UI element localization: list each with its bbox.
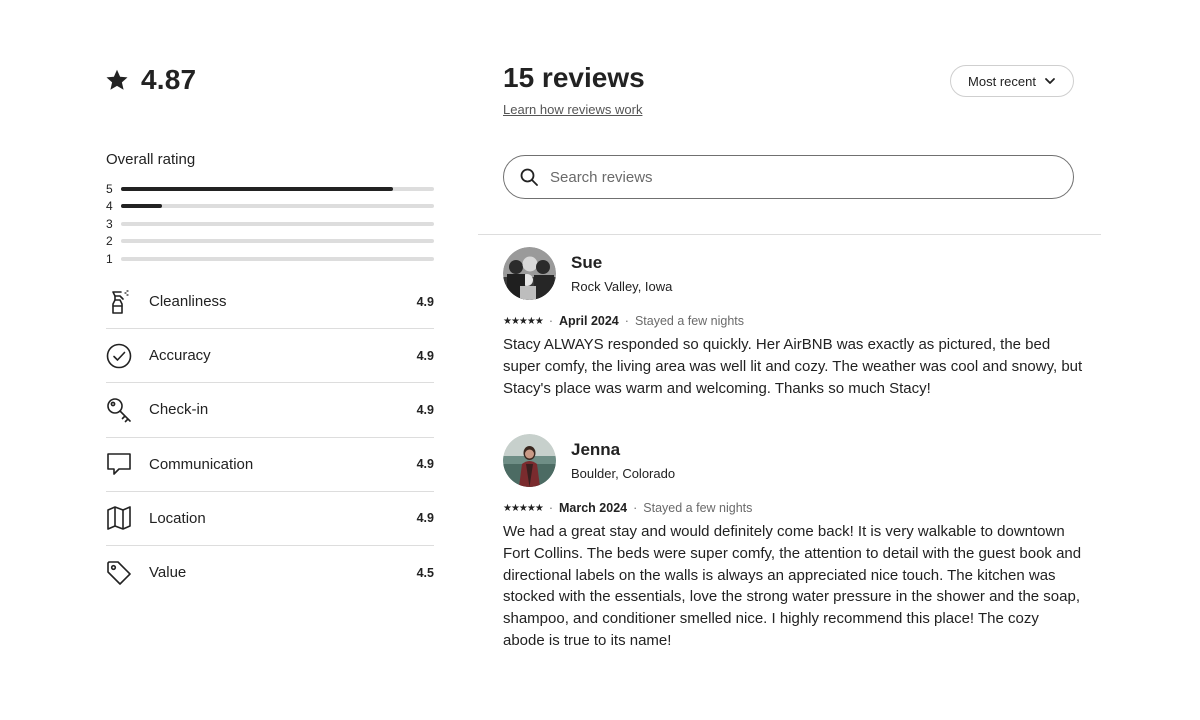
- category-name: Value: [149, 564, 187, 582]
- price-tag-icon: [106, 560, 132, 586]
- review-stay-length: Stayed a few nights: [634, 314, 745, 328]
- rating-distribution: 5 4 3 2 1: [106, 180, 434, 268]
- divider: [478, 234, 1101, 235]
- key-icon: [106, 397, 132, 423]
- rating-bar-fill: [121, 204, 162, 209]
- review-meta: ★★★★★ · March 2024 · Stayed a few nights: [503, 501, 1083, 515]
- category-value: 4.9: [416, 348, 434, 363]
- search-reviews-box[interactable]: [503, 155, 1074, 199]
- category-cleanliness: Cleanliness 4.9: [106, 275, 434, 330]
- rating-bar-row: 3: [106, 215, 434, 233]
- reviewer-name: Sue: [571, 253, 603, 272]
- category-value: 4.5: [416, 565, 434, 580]
- review-header: Sue Rock Valley, Iowa: [503, 247, 1083, 300]
- review-text: Stacy ALWAYS responded so quickly. Her A…: [503, 336, 1083, 397]
- category-accuracy: Accuracy 4.9: [106, 329, 434, 384]
- rating-bar-label: 2: [106, 234, 113, 249]
- separator-dot: ·: [548, 501, 553, 515]
- overall-rating-score: 4.87: [141, 64, 197, 95]
- reviewer-name: Jenna: [571, 440, 621, 459]
- spray-bottle-icon: [106, 289, 132, 315]
- category-check-in: Check-in 4.9: [106, 383, 434, 438]
- category-value: 4.9: [416, 457, 434, 472]
- category-name: Communication: [149, 455, 254, 473]
- review-stars: ★★★★★: [503, 315, 544, 327]
- review-stars: ★★★★★: [503, 502, 544, 514]
- category-communication: Communication 4.9: [106, 438, 434, 492]
- review-date: March 2024: [559, 501, 628, 515]
- category-value: Value 4.5: [106, 546, 434, 599]
- separator-dot: ·: [633, 501, 638, 515]
- review-date: April 2024: [559, 314, 619, 328]
- search-input[interactable]: [548, 167, 1032, 187]
- rating-bar-track: [121, 186, 434, 191]
- rating-bar-label: 1: [106, 251, 113, 266]
- category-value: 4.9: [416, 294, 434, 309]
- rating-bar-fill: [121, 186, 394, 191]
- map-icon: [106, 505, 132, 531]
- rating-bar-track: [121, 204, 434, 209]
- reviewer-info: Jenna Boulder, Colorado: [571, 440, 675, 481]
- separator-dot: ·: [624, 314, 629, 328]
- category-ratings: Cleanliness 4.9 Accuracy 4.9 Check-in 4.…: [106, 275, 434, 599]
- review-text: We had a great stay and would definitely…: [503, 523, 1082, 649]
- sort-dropdown-label: Most recent: [968, 73, 1036, 89]
- rating-bar-label: 4: [106, 199, 113, 214]
- rating-bar-track: [121, 221, 434, 226]
- overall-rating-header: 4.87: [105, 64, 196, 96]
- check-circle-icon: [106, 343, 132, 369]
- rating-bar-label: 3: [106, 216, 113, 231]
- rating-bar-row: 5: [106, 180, 434, 198]
- review-stay-length: Stayed a few nights: [643, 501, 753, 515]
- category-name: Accuracy: [149, 347, 211, 365]
- reviewer-location: Rock Valley, Iowa: [571, 279, 673, 294]
- avatar: [503, 434, 556, 487]
- review-item: Sue Rock Valley, Iowa ★★★★★ · April 2024…: [503, 247, 1083, 399]
- category-value: 4.9: [416, 402, 434, 417]
- category-name: Cleanliness: [149, 293, 227, 311]
- overall-rating-label: Overall rating: [106, 151, 196, 168]
- category-name: Location: [149, 509, 206, 527]
- category-value: 4.9: [416, 511, 434, 526]
- review-item: Jenna Boulder, Colorado ★★★★★ · March 20…: [503, 434, 1083, 652]
- learn-how-reviews-work-link[interactable]: Learn how reviews work: [503, 102, 642, 117]
- reviewer-info: Sue Rock Valley, Iowa: [571, 253, 672, 294]
- reviews-count-title: 15 reviews: [503, 62, 645, 93]
- chevron-down-icon: [1044, 75, 1056, 87]
- review-header: Jenna Boulder, Colorado: [503, 434, 1083, 487]
- separator-dot: ·: [548, 314, 553, 328]
- category-name: Check-in: [149, 401, 209, 419]
- star-icon: [105, 68, 129, 92]
- category-location: Location 4.9: [106, 492, 434, 546]
- reviewer-location: Boulder, Colorado: [571, 466, 676, 481]
- review-meta: ★★★★★ · April 2024 · Stayed a few nights: [503, 314, 1083, 328]
- sort-dropdown[interactable]: Most recent: [950, 65, 1074, 97]
- rating-bar-track: [121, 256, 434, 261]
- rating-bar-row: 1: [106, 250, 434, 268]
- avatar: [503, 247, 556, 300]
- rating-bar-row: 4: [106, 198, 434, 216]
- rating-bar-track: [121, 239, 434, 244]
- rating-bar-label: 5: [106, 181, 113, 196]
- search-icon: [520, 168, 538, 186]
- rating-bar-row: 2: [106, 233, 434, 251]
- chat-bubble-icon: [106, 451, 132, 477]
